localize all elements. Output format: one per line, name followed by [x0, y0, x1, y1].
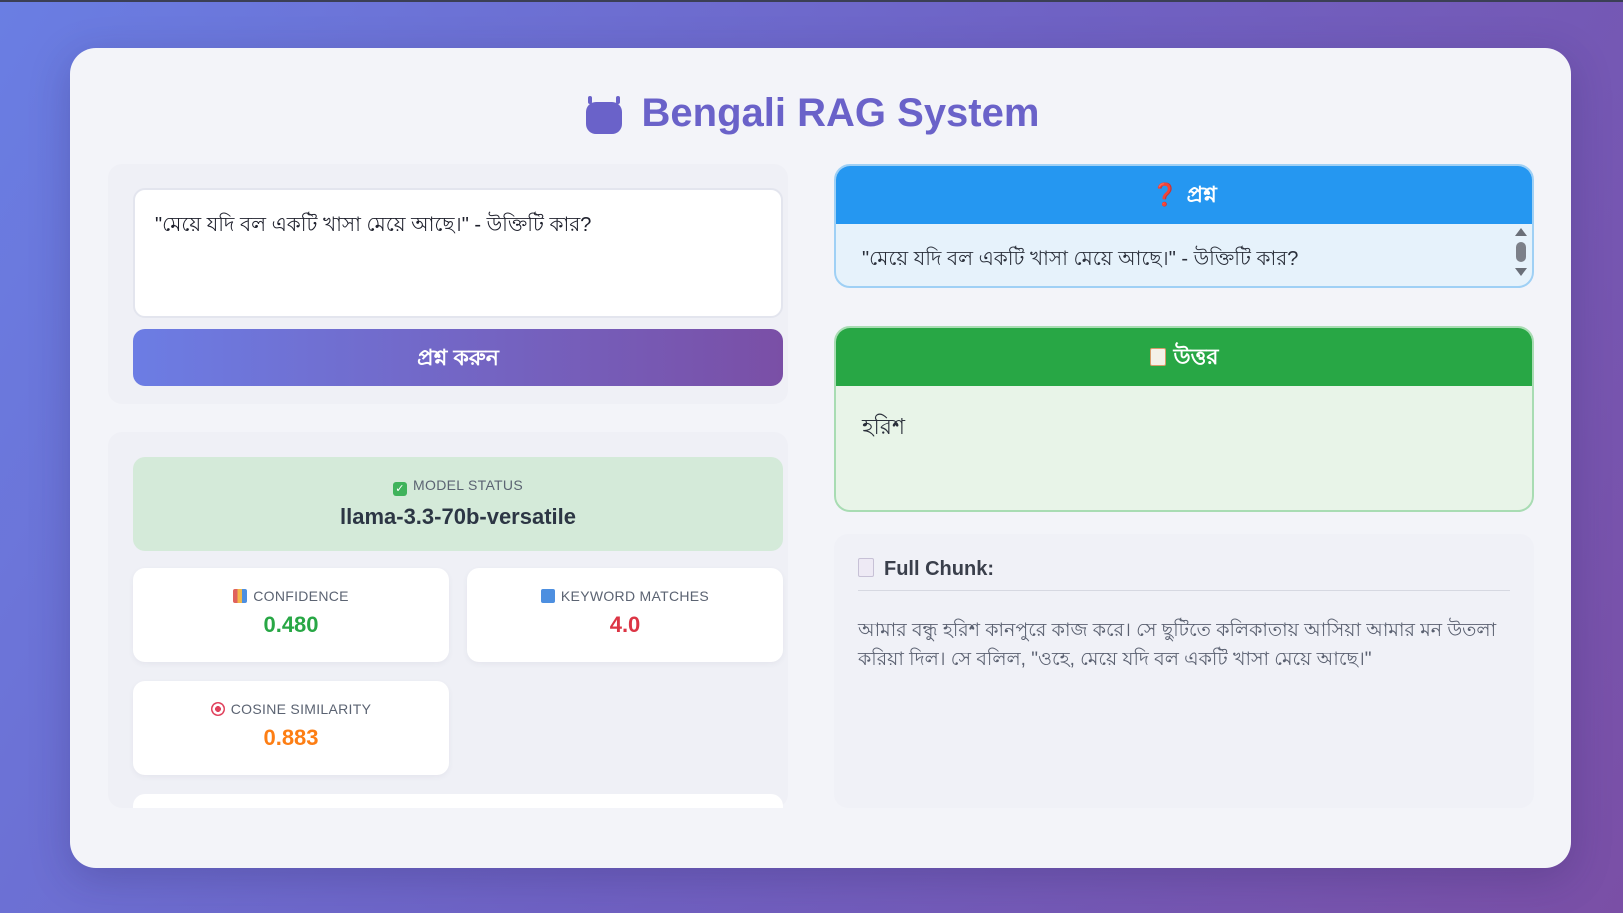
model-status-value: llama-3.3-70b-versatile — [339, 504, 577, 529]
chunk-header: Full Chunk: — [884, 558, 994, 580]
keyword-matches-label: KEYWORD MATCHES — [560, 588, 710, 604]
question-input[interactable]: "মেয়ে যদি বল একটি খাসা মেয়ে আছে।" - উক… — [133, 188, 783, 318]
keyword-matches-card: KEYWORD MATCHES 4.0 — [467, 568, 783, 662]
question-header: প্রশ্ন — [1186, 182, 1217, 207]
window-top-border — [0, 0, 1623, 2]
confidence-label: CONFIDENCE — [253, 588, 349, 604]
cosine-similarity-label: COSINE SIMILARITY — [230, 701, 372, 717]
target-icon — [210, 702, 225, 716]
document-icon — [858, 558, 874, 577]
question-text: "মেয়ে যদি বল একটি খাসা মেয়ে আছে।" - উক… — [862, 248, 1299, 270]
question-scrollbar[interactable] — [1514, 228, 1528, 286]
question-icon: ❓ — [1151, 182, 1179, 207]
keyword-matches-value: 4.0 — [609, 612, 641, 637]
answer-header: উত্তর — [1173, 344, 1219, 369]
page-title: Bengali RAG System — [0, 88, 1623, 138]
page-title-text: Bengali RAG System — [641, 91, 1040, 135]
numbers-icon — [540, 589, 555, 603]
robot-icon — [584, 96, 624, 134]
cosine-similarity-card: COSINE SIMILARITY 0.883 — [133, 681, 449, 775]
confidence-card: CONFIDENCE 0.480 — [133, 568, 449, 662]
question-display-panel: ❓ প্রশ্ন "মেয়ে যদি বল একটি খাসা মেয়ে আছ… — [834, 164, 1534, 288]
metric-card-partial — [133, 794, 783, 808]
ask-question-button[interactable]: প্রশ্ন করুন — [133, 329, 783, 386]
full-chunk-panel: Full Chunk: আমার বন্ধু হরিশ কানপুরে কাজ … — [834, 534, 1534, 808]
model-status-card: ✓ MODEL STATUS llama-3.3-70b-versatile — [133, 457, 783, 551]
confidence-value: 0.480 — [263, 612, 319, 637]
model-status-label: MODEL STATUS — [413, 477, 523, 493]
bar-chart-icon — [233, 589, 248, 603]
chunk-text: আমার বন্ধু হরিশ কানপুরে কাজ করে। সে ছুটি… — [858, 620, 1497, 670]
cosine-similarity-value: 0.883 — [263, 725, 319, 750]
answer-panel: উত্তর হরিশ — [834, 326, 1534, 512]
answer-text: হরিশ — [862, 414, 905, 439]
check-icon: ✓ — [393, 482, 408, 496]
memo-icon — [1149, 348, 1166, 366]
